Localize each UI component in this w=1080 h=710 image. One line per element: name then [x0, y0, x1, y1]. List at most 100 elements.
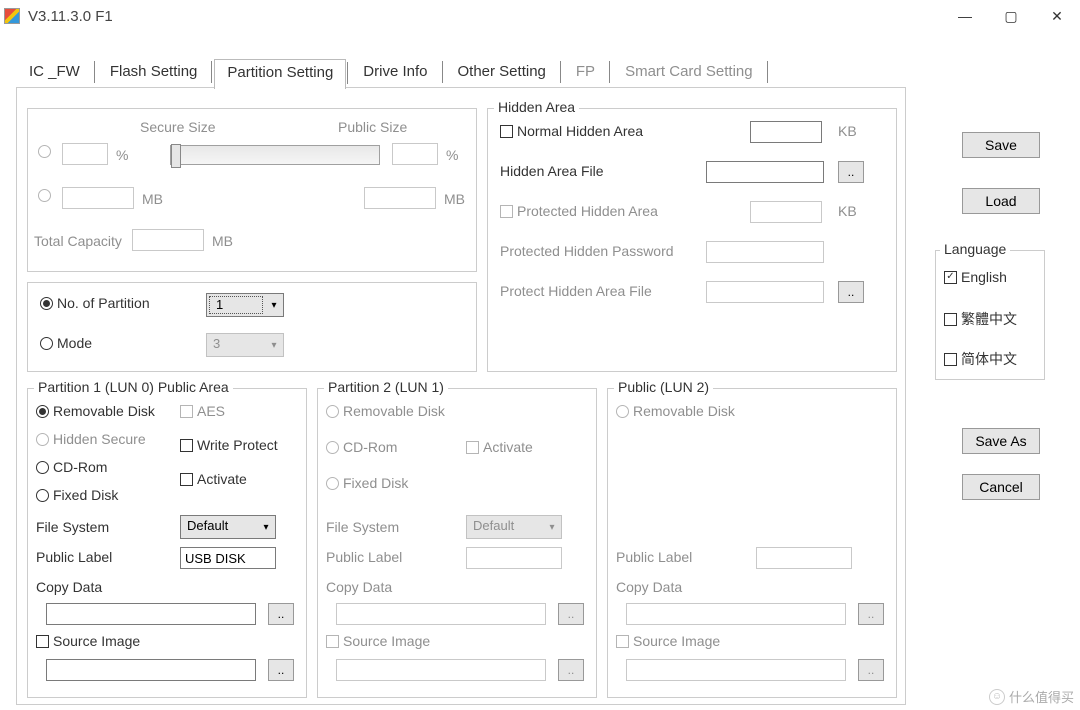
- watermark: ☺什么值得买: [989, 687, 1074, 706]
- tab-strip: IC _FW Flash Setting Partition Setting D…: [16, 58, 770, 88]
- p1-source-checkbox[interactable]: Source Image: [36, 633, 140, 649]
- p3-removable-radio[interactable]: Removable Disk: [616, 403, 735, 419]
- normal-hidden-checkbox[interactable]: Normal Hidden Area: [500, 123, 643, 139]
- size-pct-radio[interactable]: [38, 145, 51, 158]
- p2-activate-checkbox[interactable]: Activate: [466, 439, 533, 455]
- smile-icon: ☺: [989, 689, 1005, 705]
- cancel-button[interactable]: Cancel: [962, 474, 1040, 500]
- partition-count-group: No. of Partition 1▾ Mode 3▾: [27, 282, 477, 372]
- p3-source-input[interactable]: [626, 659, 846, 681]
- p3-source-browse[interactable]: ..: [858, 659, 884, 681]
- tab-other-setting[interactable]: Other Setting: [445, 58, 559, 88]
- protected-hidden-checkbox[interactable]: Protected Hidden Area: [500, 203, 658, 219]
- hidden-file-input[interactable]: [706, 161, 824, 183]
- p3-copy-browse[interactable]: ..: [858, 603, 884, 625]
- load-button[interactable]: Load: [962, 188, 1040, 214]
- partition-panel: Secure Size Public Size % % MB MB Total …: [16, 87, 906, 705]
- total-capacity-label: Total Capacity: [34, 233, 122, 249]
- p2-label-input[interactable]: [466, 547, 562, 569]
- p1-label-input[interactable]: [180, 547, 276, 569]
- protect-file-label: Protect Hidden Area File: [500, 283, 652, 299]
- protected-pw-label: Protected Hidden Password: [500, 243, 674, 259]
- normal-hidden-size-input[interactable]: [750, 121, 822, 143]
- num-partition-radio[interactable]: No. of Partition: [40, 295, 150, 311]
- p2-fs-combo[interactable]: Default▾: [466, 515, 562, 539]
- secure-mb-input[interactable]: [62, 187, 134, 209]
- public-pct-input[interactable]: [392, 143, 438, 165]
- p2-copy-input[interactable]: [336, 603, 546, 625]
- public-mb-input[interactable]: [364, 187, 436, 209]
- lang-english-checkbox[interactable]: English: [944, 269, 1007, 285]
- lang-tc-checkbox[interactable]: 繁體中文: [944, 309, 1017, 329]
- save-as-button[interactable]: Save As: [962, 428, 1040, 454]
- p2-label-label: Public Label: [326, 549, 402, 565]
- p1-source-browse[interactable]: ..: [268, 659, 294, 681]
- partition-1-group: Partition 1 (LUN 0) Public Area Removabl…: [27, 388, 307, 698]
- p1-cdrom-radio[interactable]: CD-Rom: [36, 459, 107, 475]
- protect-file-input[interactable]: [706, 281, 824, 303]
- kb-unit-1: KB: [838, 123, 857, 139]
- chevron-down-icon: ▾: [265, 294, 283, 316]
- p1-write-protect-checkbox[interactable]: Write Protect: [180, 437, 278, 453]
- minimize-button[interactable]: —: [942, 0, 988, 32]
- tab-drive-info[interactable]: Drive Info: [350, 58, 440, 88]
- size-slider[interactable]: [170, 145, 380, 165]
- mb-unit-3: MB: [212, 233, 233, 249]
- protected-hidden-size-input[interactable]: [750, 201, 822, 223]
- p1-removable-radio[interactable]: Removable Disk: [36, 403, 155, 419]
- window-title: V3.11.3.0 F1: [28, 8, 942, 25]
- language-group: Language English 繁體中文 简体中文: [935, 250, 1045, 380]
- p3-legend: Public (LUN 2): [614, 379, 713, 395]
- p1-hidden-secure-radio[interactable]: Hidden Secure: [36, 431, 146, 447]
- p3-copy-input[interactable]: [626, 603, 846, 625]
- p2-removable-radio[interactable]: Removable Disk: [326, 403, 445, 419]
- hidden-file-browse[interactable]: ..: [838, 161, 864, 183]
- p2-source-input[interactable]: [336, 659, 546, 681]
- size-mb-radio[interactable]: [38, 189, 51, 202]
- app-icon: [4, 8, 20, 24]
- protected-pw-input[interactable]: [706, 241, 824, 263]
- maximize-button[interactable]: ▢: [988, 0, 1034, 32]
- p1-fs-combo[interactable]: Default▾: [180, 515, 276, 539]
- lang-sc-checkbox[interactable]: 简体中文: [944, 349, 1017, 369]
- total-capacity-input[interactable]: [132, 229, 204, 251]
- p2-copy-browse[interactable]: ..: [558, 603, 584, 625]
- p1-fs-label: File System: [36, 519, 109, 535]
- tab-smart-card[interactable]: Smart Card Setting: [612, 58, 766, 88]
- pct-unit-1: %: [116, 147, 128, 163]
- p1-aes-checkbox[interactable]: AES: [180, 403, 225, 419]
- p2-legend: Partition 2 (LUN 1): [324, 379, 448, 395]
- chevron-down-icon: ▾: [257, 516, 275, 538]
- save-button[interactable]: Save: [962, 132, 1040, 158]
- hidden-file-label: Hidden Area File: [500, 163, 604, 179]
- p1-copy-browse[interactable]: ..: [268, 603, 294, 625]
- p1-source-input[interactable]: [46, 659, 256, 681]
- p2-source-browse[interactable]: ..: [558, 659, 584, 681]
- num-partition-combo[interactable]: 1▾: [206, 293, 284, 317]
- p1-copy-label: Copy Data: [36, 579, 102, 595]
- p2-source-checkbox[interactable]: Source Image: [326, 633, 430, 649]
- tab-fp[interactable]: FP: [563, 58, 608, 88]
- tab-ic-fw[interactable]: IC _FW: [16, 58, 93, 88]
- p1-fixed-radio[interactable]: Fixed Disk: [36, 487, 118, 503]
- p2-fixed-radio[interactable]: Fixed Disk: [326, 475, 408, 491]
- tab-flash-setting[interactable]: Flash Setting: [97, 58, 211, 88]
- p1-label-label: Public Label: [36, 549, 112, 565]
- p2-copy-label: Copy Data: [326, 579, 392, 595]
- partition-2-group: Partition 2 (LUN 1) Removable Disk CD-Ro…: [317, 388, 597, 698]
- mode-radio[interactable]: Mode: [40, 335, 92, 351]
- p1-activate-checkbox[interactable]: Activate: [180, 471, 247, 487]
- protect-file-browse[interactable]: ..: [838, 281, 864, 303]
- secure-pct-input[interactable]: [62, 143, 108, 165]
- close-button[interactable]: ✕: [1034, 0, 1080, 32]
- language-legend: Language: [940, 241, 1010, 257]
- p2-cdrom-radio[interactable]: CD-Rom: [326, 439, 397, 455]
- public-size-label: Public Size: [338, 119, 407, 135]
- public-lun2-group: Public (LUN 2) Removable Disk Public Lab…: [607, 388, 897, 698]
- p3-label-input[interactable]: [756, 547, 852, 569]
- mb-unit-2: MB: [444, 191, 465, 207]
- p3-source-checkbox[interactable]: Source Image: [616, 633, 720, 649]
- p1-copy-input[interactable]: [46, 603, 256, 625]
- tab-partition-setting[interactable]: Partition Setting: [214, 59, 346, 89]
- mode-combo[interactable]: 3▾: [206, 333, 284, 357]
